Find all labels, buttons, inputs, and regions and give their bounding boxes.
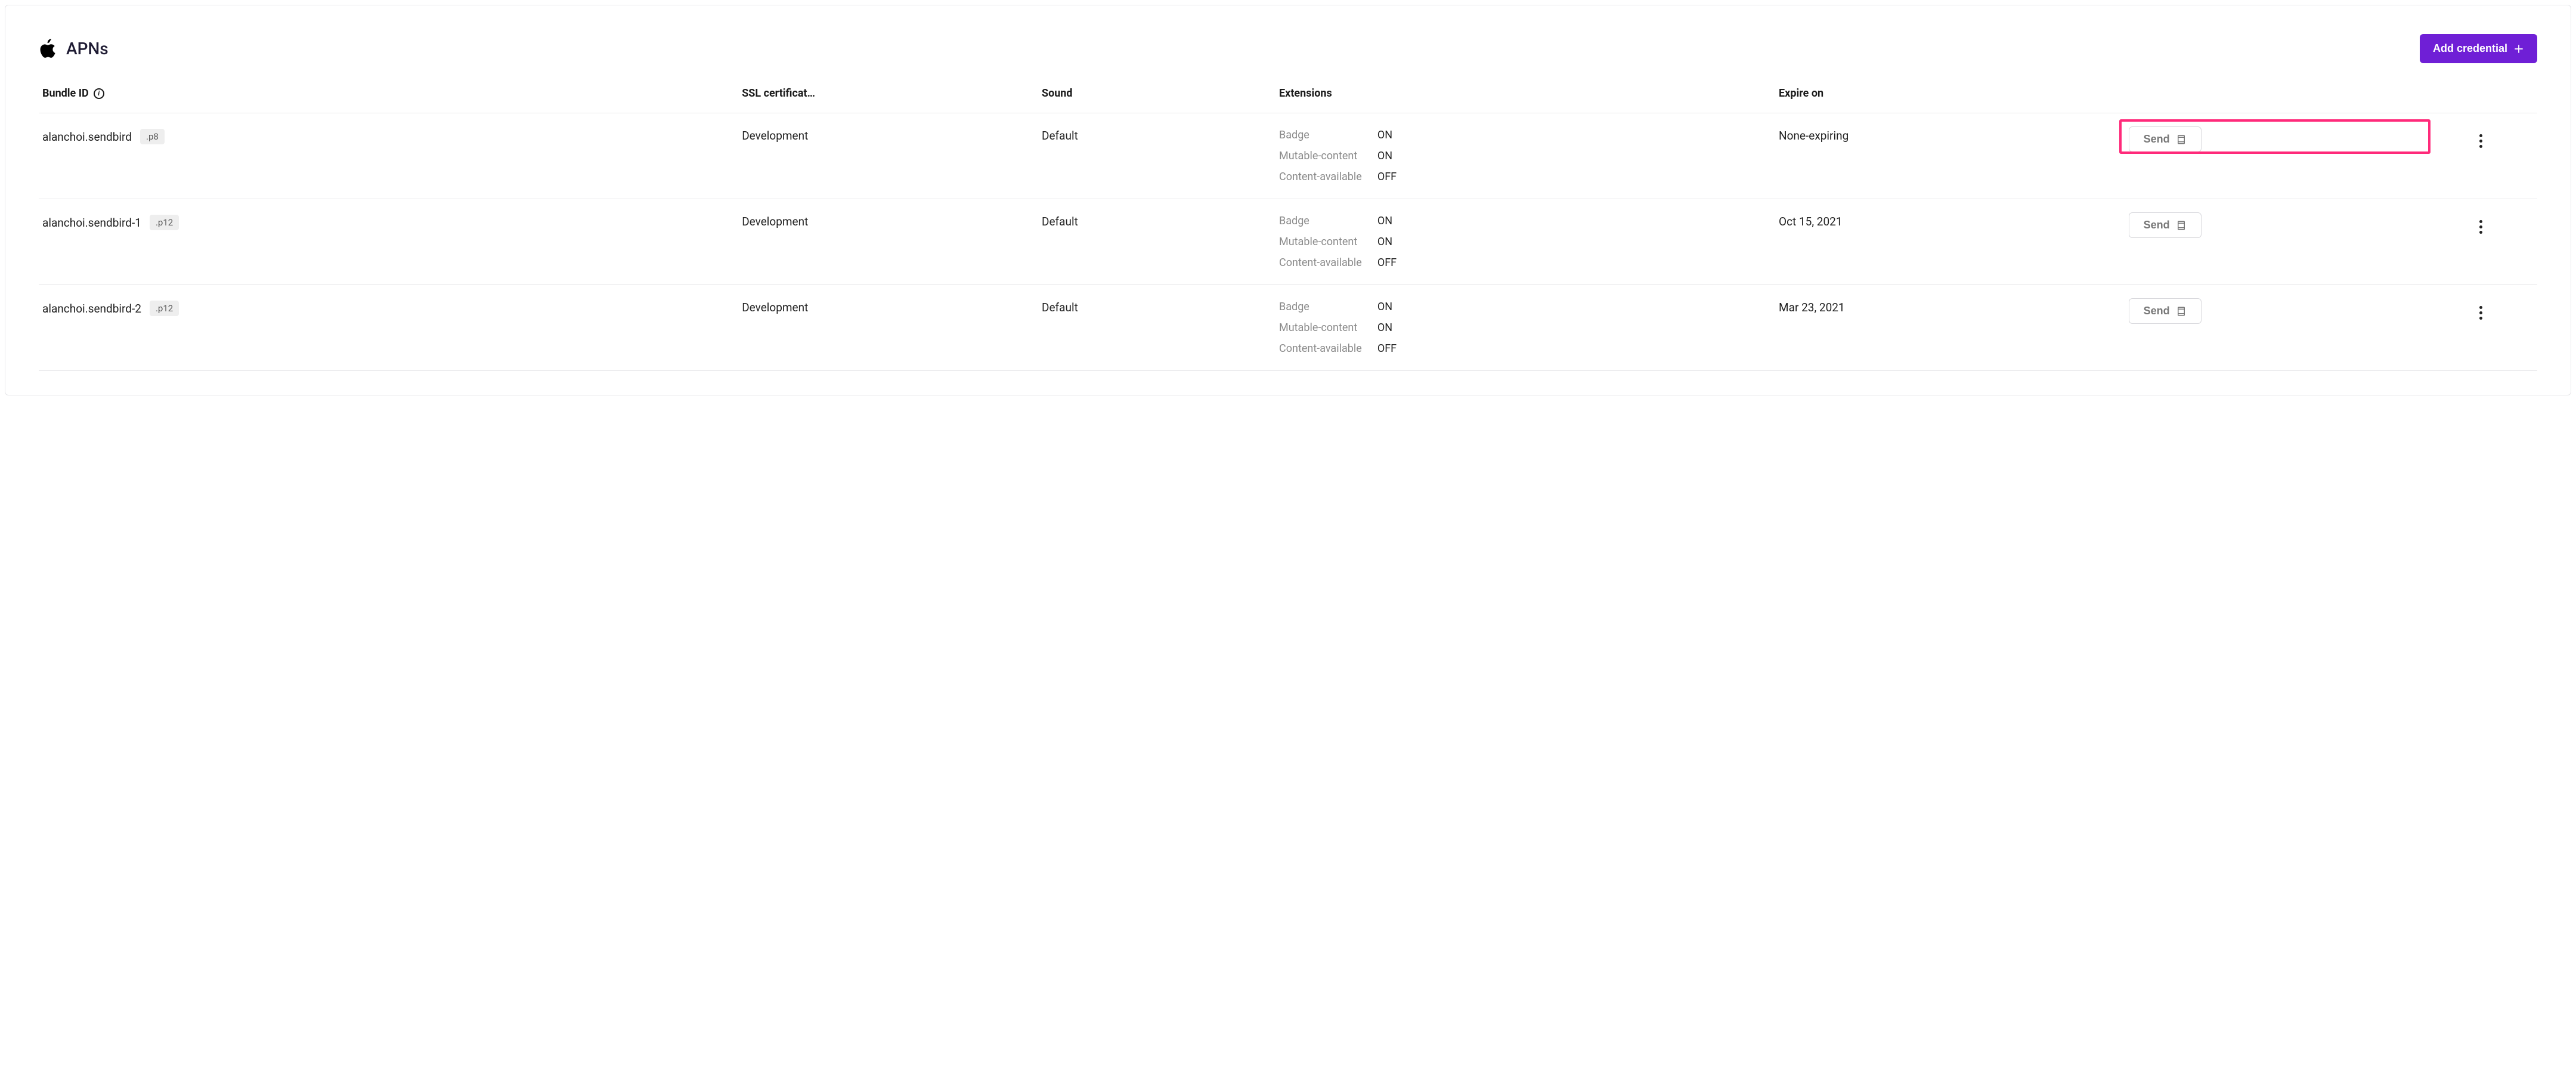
file-ext-tag: .p8 [140, 129, 165, 144]
ssl-cell: Development [738, 113, 1038, 199]
credentials-table: Bundle ID i SSL certificat… Sound Extens… [39, 87, 2537, 371]
send-button[interactable]: Send [2129, 298, 2202, 324]
menu-cell [2425, 285, 2537, 371]
send-cell: Send [2125, 285, 2425, 371]
device-icon [2176, 220, 2187, 231]
col-header-sound: Sound [1038, 87, 1275, 113]
bundle-id: alanchoi.sendbird [42, 130, 132, 144]
col-header-ssl: SSL certificat… [738, 87, 1038, 113]
bundle-id: alanchoi.sendbird-2 [42, 302, 141, 316]
col-header-bundle: Bundle ID i [39, 87, 738, 113]
sound-cell: Default [1038, 285, 1275, 371]
table-row: alanchoi.sendbird.p8DevelopmentDefaultBa… [39, 113, 2537, 199]
ext-value-content: OFF [1377, 342, 1397, 355]
bundle-id: alanchoi.sendbird-1 [42, 216, 141, 230]
ext-label-content: Content-available [1279, 256, 1362, 269]
send-cell: Send [2125, 113, 2425, 199]
table-row: alanchoi.sendbird-1 .p12 DevelopmentDefaul… [39, 199, 2537, 285]
add-credential-button[interactable]: Add credential [2420, 34, 2537, 63]
panel-header: APNs Add credential [39, 34, 2537, 63]
menu-cell [2425, 113, 2537, 199]
ext-value-badge: ON [1377, 129, 1397, 141]
send-button-label: Send [2144, 305, 2170, 317]
apple-icon [39, 39, 57, 59]
title-group: APNs [39, 39, 109, 59]
ext-label-content: Content-available [1279, 171, 1362, 183]
col-header-actions [2125, 87, 2425, 113]
col-header-bundle-label: Bundle ID [42, 87, 89, 100]
col-header-menu [2425, 87, 2537, 113]
extensions-cell: Badge Mutable-content Content-available ON O… [1275, 285, 1775, 371]
send-button[interactable]: Send [2129, 126, 2202, 152]
info-icon[interactable]: i [94, 88, 104, 99]
add-credential-label: Add credential [2433, 42, 2507, 55]
extensions-cell: Badge Mutable-content Content-available ON O… [1275, 113, 1775, 199]
ext-label-badge: Badge [1279, 215, 1362, 227]
bundle-cell: alanchoi.sendbird-1 .p12 [42, 215, 735, 230]
ext-value-content: OFF [1377, 171, 1397, 183]
sound-cell: Default [1038, 113, 1275, 199]
device-icon [2176, 134, 2187, 145]
row-menu-button[interactable] [2476, 131, 2486, 151]
plus-icon [2513, 44, 2524, 54]
file-ext-tag: .p12 [150, 301, 179, 316]
ext-value-badge: ON [1377, 215, 1397, 227]
expire-cell: Oct 15, 2021 [1775, 199, 2125, 285]
send-button-label: Send [2144, 219, 2170, 231]
table-row: alanchoi.sendbird-2 .p12 DevelopmentDefaul… [39, 285, 2537, 371]
ext-label-mutable: Mutable-content [1279, 236, 1362, 248]
menu-cell [2425, 199, 2537, 285]
ext-value-mutable: ON [1377, 236, 1397, 248]
expire-cell: Mar 23, 2021 [1775, 285, 2125, 371]
col-header-extensions: Extensions [1275, 87, 1775, 113]
send-cell: Send [2125, 199, 2425, 285]
bundle-cell: alanchoi.sendbird .p8 [42, 129, 735, 144]
panel-title: APNs [66, 39, 109, 58]
expire-cell: None-expiring [1775, 113, 2125, 199]
file-ext-tag: .p12 [150, 215, 179, 230]
col-header-expire: Expire on [1775, 87, 2125, 113]
apns-panel: APNs Add credential Bundle ID i SSL cert… [5, 5, 2571, 395]
ext-label-mutable: Mutable-content [1279, 150, 1362, 162]
ext-value-mutable: ON [1377, 150, 1397, 162]
ext-value-content: OFF [1377, 256, 1397, 269]
row-menu-button[interactable] [2476, 302, 2486, 323]
ext-label-content: Content-available [1279, 342, 1362, 355]
table-header-row: Bundle ID i SSL certificat… Sound Extens… [39, 87, 2537, 113]
ext-value-mutable: ON [1377, 321, 1397, 334]
ext-label-badge: Badge [1279, 301, 1362, 313]
ext-label-mutable: Mutable-content [1279, 321, 1362, 334]
ssl-cell: Development [738, 285, 1038, 371]
ssl-cell: Development [738, 199, 1038, 285]
sound-cell: Default [1038, 199, 1275, 285]
ext-value-badge: ON [1377, 301, 1397, 313]
extensions-cell: Badge Mutable-content Content-available ON O… [1275, 199, 1775, 285]
row-menu-button[interactable] [2476, 217, 2486, 237]
send-button-label: Send [2144, 133, 2170, 146]
send-button[interactable]: Send [2129, 212, 2202, 238]
ext-label-badge: Badge [1279, 129, 1362, 141]
device-icon [2176, 306, 2187, 317]
bundle-cell: alanchoi.sendbird-2 .p12 [42, 301, 735, 316]
